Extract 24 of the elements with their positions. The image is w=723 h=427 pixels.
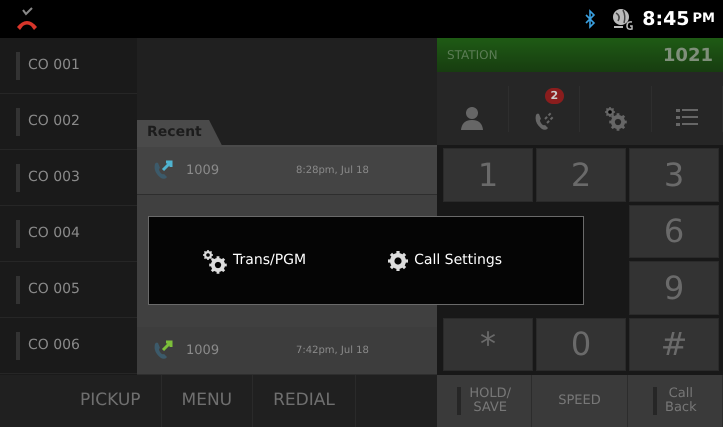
caller-number: 1009 bbox=[186, 162, 220, 180]
incoming-call-icon bbox=[153, 340, 172, 360]
softkey-button[interactable]: MENU bbox=[162, 375, 254, 427]
keypad-key[interactable]: # bbox=[629, 318, 719, 371]
toolbar-button[interactable]: 2 bbox=[508, 86, 580, 132]
missed-call-icon bbox=[16, 7, 38, 31]
popup-menu-item[interactable]: Trans/PGM bbox=[199, 246, 306, 276]
call-log-row[interactable]: 1009 8:28pm, Jul 18 bbox=[137, 147, 437, 195]
station-number: 1021 bbox=[662, 44, 713, 68]
call-time: 8:28pm, Jul 18 bbox=[296, 164, 369, 178]
gear-icon bbox=[386, 248, 410, 272]
clock-meridiem: PM bbox=[692, 10, 715, 28]
outgoing-call-icon bbox=[153, 160, 172, 180]
caller-number: 1009 bbox=[186, 342, 220, 360]
bluetooth-icon bbox=[584, 9, 596, 29]
call-time: 7:42pm, Jul 18 bbox=[296, 344, 369, 358]
softkey-button[interactable]: REDIAL bbox=[253, 375, 356, 427]
clock-time: 8:45 bbox=[642, 6, 690, 32]
notification-badge: 2 bbox=[544, 88, 564, 104]
softkey-button[interactable]: PICKUP bbox=[60, 375, 162, 427]
station-label: STATION bbox=[447, 47, 498, 64]
keypad-key[interactable]: * bbox=[443, 318, 533, 371]
globe-icon bbox=[612, 8, 634, 30]
popup-menu-item[interactable]: Call Settings bbox=[386, 248, 502, 272]
